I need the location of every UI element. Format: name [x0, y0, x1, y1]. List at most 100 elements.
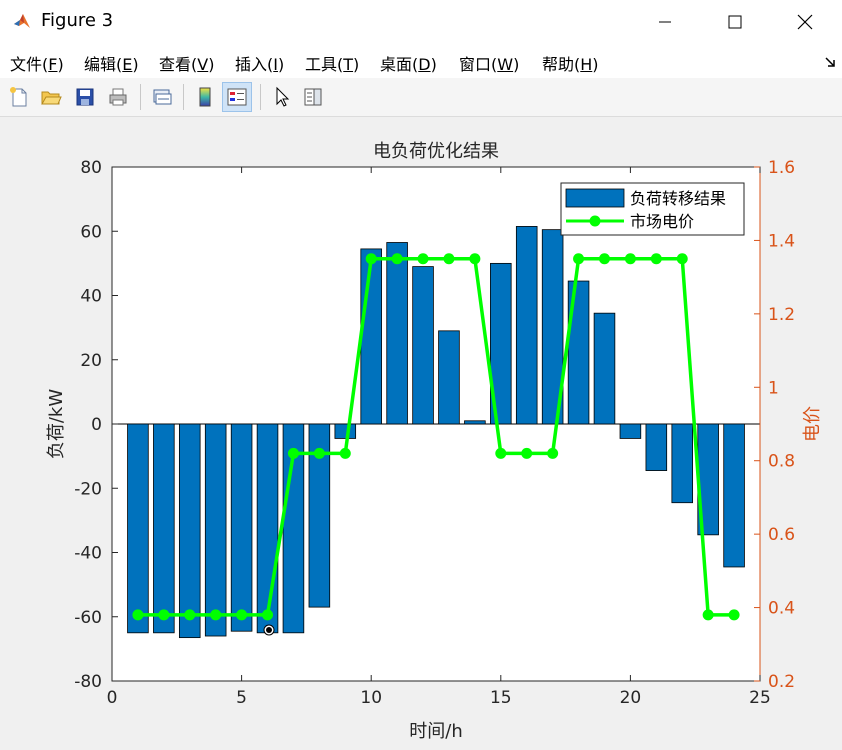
- save-icon: [76, 88, 94, 106]
- bar: [671, 423, 694, 504]
- legend-icon: [227, 88, 247, 106]
- colorbar-icon: [199, 87, 211, 107]
- window-title: Figure 3: [41, 10, 114, 31]
- price-point: [521, 447, 533, 459]
- maximize-icon: [728, 15, 742, 29]
- bar: [619, 423, 642, 439]
- dock-arrow-icon[interactable]: [824, 56, 836, 68]
- menu-edit[interactable]: 编辑(E): [84, 51, 139, 75]
- open-file-button[interactable]: [36, 82, 66, 112]
- price-point: [365, 253, 377, 265]
- new-figure-icon: [10, 87, 27, 107]
- y-left-tick-label: -80: [74, 672, 102, 692]
- price-point: [417, 253, 429, 265]
- legend-line-marker: [589, 215, 601, 227]
- y-right-tick-label: 1.6: [768, 158, 795, 178]
- x-tick-label: 10: [360, 688, 382, 708]
- y-right-tick-label: 0.2: [768, 672, 795, 692]
- pointer-button[interactable]: [266, 82, 296, 112]
- bar: [334, 423, 357, 439]
- bar: [360, 248, 382, 425]
- x-tick-label: 20: [620, 688, 642, 708]
- property-inspector-icon: [304, 88, 322, 106]
- toolbar-separator: [260, 84, 261, 110]
- menu-desktop[interactable]: 桌面(D): [380, 51, 437, 75]
- price-point: [339, 447, 351, 459]
- price-point: [495, 447, 507, 459]
- legend-button[interactable]: [222, 82, 252, 112]
- menu-view[interactable]: 查看(V): [159, 51, 214, 75]
- toolbar-separator: [140, 84, 141, 110]
- menu-file[interactable]: 文件(F): [10, 51, 64, 75]
- toolbar-separator: [183, 84, 184, 110]
- title-bar: Figure 3: [0, 0, 842, 44]
- price-point: [624, 253, 636, 265]
- maximize-button[interactable]: [700, 0, 770, 44]
- price-point: [391, 253, 403, 265]
- colorbar-button[interactable]: [190, 82, 220, 112]
- bar: [178, 423, 201, 639]
- price-point: [158, 609, 170, 621]
- datatip-marker[interactable]: [263, 624, 275, 636]
- menu-bar: 文件(F) 编辑(E) 查看(V) 插入(I) 工具(T) 桌面(D) 窗口(W…: [0, 44, 842, 78]
- figure-canvas: 0 5 10 15 20 25 -80 -60 -40 -20 0 20 40 60 80 0.2 0.4 0.6…: [0, 117, 842, 750]
- y-left-tick-label: 20: [80, 351, 102, 371]
- price-point: [573, 253, 585, 265]
- y-left-tick-label: 80: [80, 158, 102, 178]
- x-tick-label: 15: [490, 688, 512, 708]
- bar: [386, 242, 408, 425]
- bar: [593, 312, 616, 425]
- open-file-icon: [41, 91, 62, 105]
- y-right-tick-label: 0.8: [768, 452, 795, 472]
- x-axis-label: 时间/h: [409, 721, 462, 742]
- menu-tools[interactable]: 工具(T): [305, 51, 359, 75]
- price-point: [676, 253, 688, 265]
- bar: [438, 330, 460, 425]
- close-icon: [797, 14, 813, 30]
- pointer-icon: [276, 86, 290, 107]
- close-button[interactable]: [770, 0, 840, 44]
- toolbar: [0, 78, 842, 117]
- menu-help[interactable]: 帮助(H): [542, 51, 599, 75]
- price-point: [547, 447, 559, 459]
- minimize-button[interactable]: [630, 0, 700, 44]
- bar: [153, 423, 175, 634]
- bar: [127, 423, 149, 634]
- y-left-tick-label: 0: [91, 415, 102, 435]
- matlab-logo-icon: [14, 14, 30, 28]
- menu-insert[interactable]: 插入(I): [235, 51, 284, 75]
- menu-window[interactable]: 窗口(W): [459, 51, 519, 75]
- y-axis-right-label: 电价: [802, 406, 823, 442]
- price-point: [184, 609, 196, 621]
- link-plot-icon: [153, 89, 172, 105]
- print-icon: [109, 88, 127, 106]
- y-left-tick-label: -40: [74, 544, 102, 564]
- bar: [412, 266, 434, 425]
- y-left-tick-label: -60: [74, 608, 102, 628]
- x-tick-label: 0: [107, 688, 118, 708]
- save-button[interactable]: [70, 82, 100, 112]
- legend-bar-swatch: [565, 188, 625, 208]
- price-point: [132, 609, 144, 621]
- price-point: [598, 253, 610, 265]
- bar: [230, 423, 253, 632]
- price-point: [650, 253, 662, 265]
- bar: [204, 423, 227, 637]
- print-button[interactable]: [103, 82, 133, 112]
- price-point: [469, 253, 481, 265]
- price-point: [443, 253, 455, 265]
- bar: [645, 423, 668, 471]
- y-axis-left-label: 负荷/kW: [46, 389, 67, 459]
- bar: [723, 423, 745, 568]
- chart: 0 5 10 15 20 25-80-60-40-200204060800.20.40.6…: [46, 141, 823, 742]
- price-point: [728, 609, 740, 621]
- link-plot-button[interactable]: [147, 82, 177, 112]
- y-left-tick-label: 40: [80, 287, 102, 307]
- y-right-tick-label: 0.4: [768, 599, 795, 619]
- property-inspector-button[interactable]: [298, 82, 328, 112]
- legend[interactable]: 负荷转移结果 市场电价: [560, 182, 745, 236]
- price-point: [210, 609, 222, 621]
- new-figure-button[interactable]: [4, 82, 34, 112]
- bar: [256, 423, 279, 634]
- price-point: [262, 609, 274, 621]
